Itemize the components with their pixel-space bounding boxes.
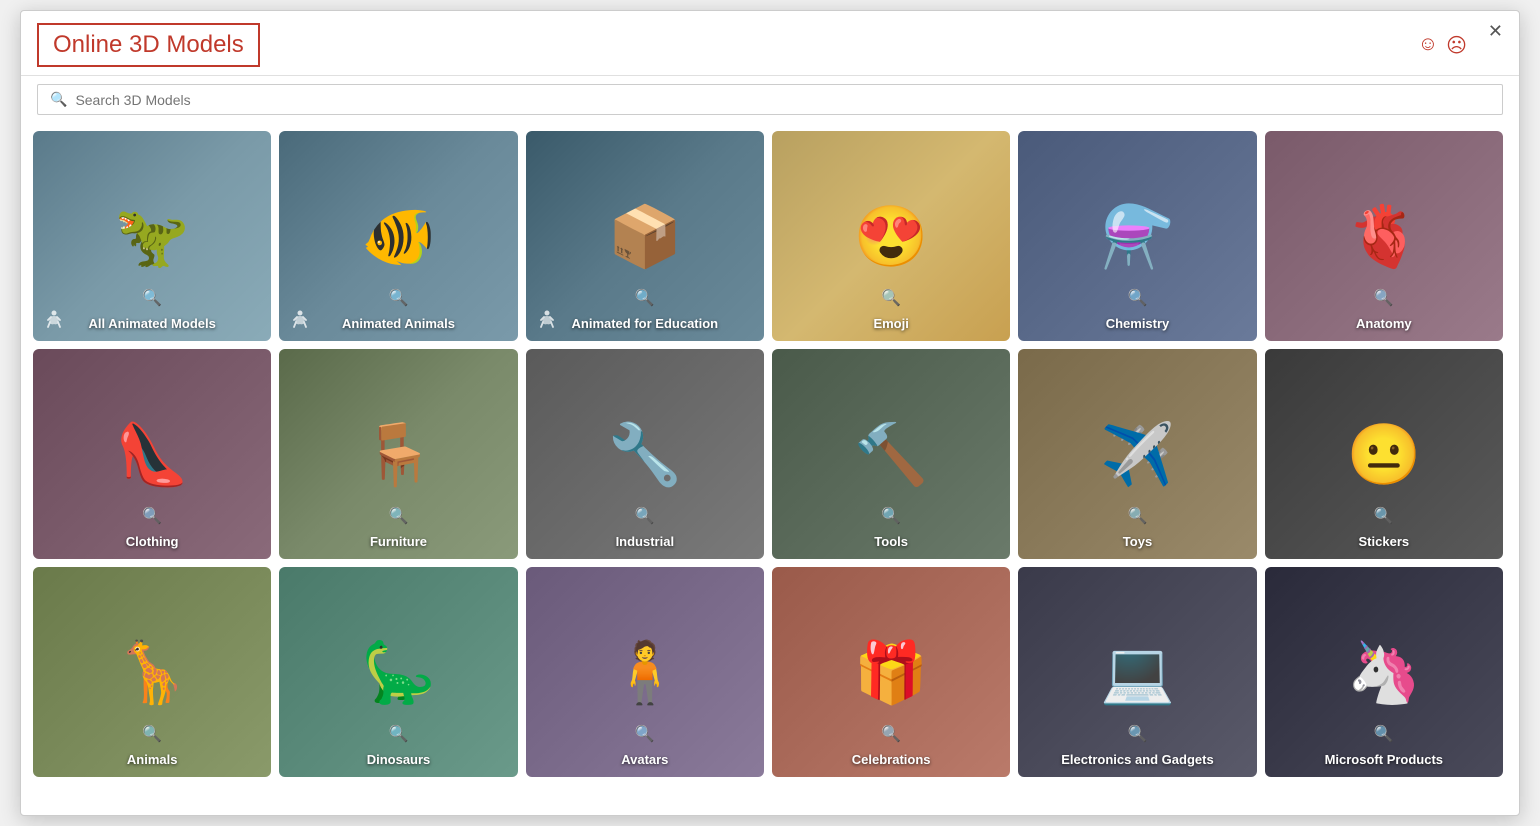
- category-card-microsoft[interactable]: 🦄🔍Microsoft Products: [1265, 567, 1503, 777]
- animation-icon-animated-animals: [289, 310, 311, 333]
- category-label-toys: Toys: [1018, 528, 1256, 559]
- category-search-icon-furniture: 🔍: [279, 506, 517, 528]
- title-bar: Online 3D Models ☺ ☹ ✕: [21, 11, 1519, 76]
- category-label-all-animated: All Animated Models: [33, 310, 271, 341]
- negative-feedback-icon[interactable]: ☹: [1446, 33, 1467, 58]
- category-label-electronics: Electronics and Gadgets: [1018, 746, 1256, 777]
- category-label-microsoft: Microsoft Products: [1265, 746, 1503, 777]
- category-label-tools: Tools: [772, 528, 1010, 559]
- category-search-icon-animated-edu: 🔍: [526, 288, 764, 310]
- category-card-anatomy[interactable]: 🫀🔍Anatomy: [1265, 131, 1503, 341]
- category-search-icon-clothing: 🔍: [33, 506, 271, 528]
- category-card-animated-animals[interactable]: 🐠🔍Animated Animals: [279, 131, 517, 341]
- category-card-celebrations[interactable]: 🎁🔍Celebrations: [772, 567, 1010, 777]
- category-search-icon-chemistry: 🔍: [1018, 288, 1256, 310]
- category-card-electronics[interactable]: 💻🔍Electronics and Gadgets: [1018, 567, 1256, 777]
- animation-icon-animated-edu: [536, 310, 558, 333]
- category-card-stickers[interactable]: 😐🔍Stickers: [1265, 349, 1503, 559]
- category-search-icon-anatomy: 🔍: [1265, 288, 1503, 310]
- category-label-celebrations: Celebrations: [772, 746, 1010, 777]
- main-window: Online 3D Models ☺ ☹ ✕ 🔍 🦖🔍All Animated …: [20, 10, 1520, 816]
- category-search-icon-tools: 🔍: [772, 506, 1010, 528]
- category-card-avatars[interactable]: 🧍🔍Avatars: [526, 567, 764, 777]
- category-card-emoji[interactable]: 😍🔍Emoji: [772, 131, 1010, 341]
- category-card-furniture[interactable]: 🪑🔍Furniture: [279, 349, 517, 559]
- category-card-clothing[interactable]: 👠🔍Clothing: [33, 349, 271, 559]
- category-card-toys[interactable]: ✈️🔍Toys: [1018, 349, 1256, 559]
- category-card-all-animated[interactable]: 🦖🔍All Animated Models: [33, 131, 271, 341]
- category-label-chemistry: Chemistry: [1018, 310, 1256, 341]
- category-search-icon-celebrations: 🔍: [772, 724, 1010, 746]
- category-grid: 🦖🔍All Animated Models 🐠🔍Animated Animals…: [33, 131, 1503, 777]
- category-label-animals: Animals: [33, 746, 271, 777]
- category-search-icon-electronics: 🔍: [1018, 724, 1256, 746]
- content-area[interactable]: 🦖🔍All Animated Models 🐠🔍Animated Animals…: [21, 123, 1519, 815]
- category-card-chemistry[interactable]: ⚗️🔍Chemistry: [1018, 131, 1256, 341]
- category-label-furniture: Furniture: [279, 528, 517, 559]
- category-search-icon-animals: 🔍: [33, 724, 271, 746]
- category-search-icon-stickers: 🔍: [1265, 506, 1503, 528]
- category-label-animated-animals: Animated Animals: [279, 310, 517, 341]
- positive-feedback-icon[interactable]: ☺: [1418, 33, 1438, 58]
- category-search-icon-animated-animals: 🔍: [279, 288, 517, 310]
- search-icon: 🔍: [50, 91, 67, 108]
- close-button[interactable]: ✕: [1488, 21, 1503, 42]
- category-card-animated-edu[interactable]: 📦🔍Animated for Education: [526, 131, 764, 341]
- category-label-emoji: Emoji: [772, 310, 1010, 341]
- category-label-stickers: Stickers: [1265, 528, 1503, 559]
- category-label-anatomy: Anatomy: [1265, 310, 1503, 341]
- category-search-icon-toys: 🔍: [1018, 506, 1256, 528]
- category-label-dinosaurs: Dinosaurs: [279, 746, 517, 777]
- search-bar-container: 🔍: [21, 76, 1519, 123]
- category-search-icon-industrial: 🔍: [526, 506, 764, 528]
- category-label-avatars: Avatars: [526, 746, 764, 777]
- category-search-icon-all-animated: 🔍: [33, 288, 271, 310]
- category-label-animated-edu: Animated for Education: [526, 310, 764, 341]
- category-label-clothing: Clothing: [33, 528, 271, 559]
- search-wrapper: 🔍: [37, 84, 1503, 115]
- category-label-industrial: Industrial: [526, 528, 764, 559]
- category-search-icon-dinosaurs: 🔍: [279, 724, 517, 746]
- feedback-icons: ☺ ☹: [1418, 33, 1467, 58]
- category-card-animals[interactable]: 🦒🔍Animals: [33, 567, 271, 777]
- window-title: Online 3D Models: [37, 23, 260, 67]
- search-input[interactable]: [75, 92, 1490, 108]
- animation-icon-all-animated: [43, 310, 65, 333]
- category-card-industrial[interactable]: 🔧🔍Industrial: [526, 349, 764, 559]
- category-search-icon-avatars: 🔍: [526, 724, 764, 746]
- category-card-tools[interactable]: 🔨🔍Tools: [772, 349, 1010, 559]
- category-card-dinosaurs[interactable]: 🦕🔍Dinosaurs: [279, 567, 517, 777]
- category-search-icon-emoji: 🔍: [772, 288, 1010, 310]
- category-search-icon-microsoft: 🔍: [1265, 724, 1503, 746]
